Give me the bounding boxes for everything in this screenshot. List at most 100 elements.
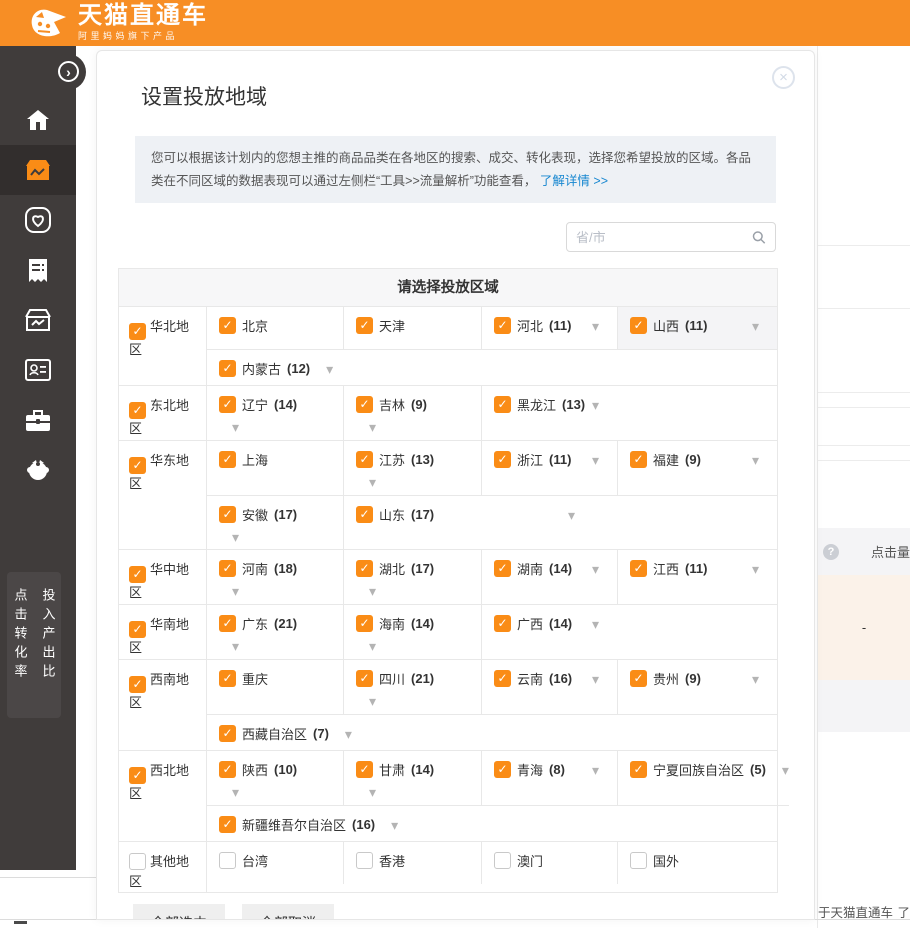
sidebar-expand-button[interactable]: › — [58, 61, 79, 82]
province-count: (9) — [685, 671, 701, 686]
province-line: ✓重庆✓四川(21)▾✓云南(16)▾✓贵州(9)▾ — [207, 660, 777, 714]
dropdown-caret-icon[interactable]: ▾ — [592, 400, 599, 410]
dropdown-caret-icon[interactable]: ▾ — [592, 564, 599, 574]
province-checkbox-checked[interactable]: ✓ — [219, 560, 236, 577]
province-checkbox-checked[interactable]: ✓ — [356, 615, 373, 632]
province-checkbox-checked[interactable]: ✓ — [356, 317, 373, 334]
dropdown-caret-icon[interactable]: ▾ — [592, 674, 599, 684]
province-checkbox-checked[interactable]: ✓ — [219, 451, 236, 468]
dropdown-caret-icon[interactable]: ▾ — [592, 619, 599, 629]
sidebar-item-assistant[interactable] — [0, 445, 76, 495]
province-checkbox-checked[interactable]: ✓ — [356, 451, 373, 468]
province-checkbox-checked[interactable]: ✓ — [630, 560, 647, 577]
briefcase-icon — [25, 409, 51, 432]
province-checkbox-checked[interactable]: ✓ — [219, 670, 236, 687]
sidebar-item-home[interactable] — [0, 95, 76, 145]
dropdown-caret-icon[interactable]: ▾ — [232, 422, 343, 432]
province-checkbox-unchecked[interactable] — [356, 852, 373, 869]
province-checkbox-checked[interactable]: ✓ — [630, 761, 647, 778]
region-checkbox-checked[interactable]: ✓ — [129, 767, 146, 784]
province-checkbox-unchecked[interactable] — [219, 852, 236, 869]
province-cell-main: ✓新疆维吾尔自治区(16)▾ — [219, 815, 343, 834]
brand-logo-icon — [26, 5, 70, 41]
dropdown-caret-icon[interactable]: ▾ — [752, 321, 759, 331]
dropdown-caret-icon[interactable]: ▾ — [592, 321, 599, 331]
sidebar-item-tools[interactable] — [0, 395, 76, 445]
dropdown-caret-icon[interactable]: ▾ — [752, 674, 759, 684]
province-checkbox-checked[interactable]: ✓ — [219, 396, 236, 413]
sidebar-item-campaign[interactable] — [0, 145, 76, 195]
province-cell-main: ✓湖南(14)▾ — [494, 559, 617, 578]
close-icon[interactable]: × — [772, 66, 795, 89]
province-checkbox-checked[interactable]: ✓ — [219, 317, 236, 334]
province-checkbox-unchecked[interactable] — [630, 852, 647, 869]
region-checkbox-checked[interactable]: ✓ — [129, 323, 146, 340]
province-checkbox-checked[interactable]: ✓ — [494, 670, 511, 687]
dropdown-caret-icon[interactable]: ▾ — [752, 455, 759, 465]
province-checkbox-checked[interactable]: ✓ — [494, 317, 511, 334]
dropdown-caret-icon[interactable]: ▾ — [232, 586, 343, 596]
province-checkbox-checked[interactable]: ✓ — [356, 670, 373, 687]
sidebar: › — [0, 46, 76, 870]
sidebar-item-favorites[interactable] — [0, 195, 76, 245]
dropdown-caret-icon[interactable]: ▾ — [232, 532, 343, 542]
sidebar-metric-shortcuts[interactable]: 点击转化率 投入产出比 — [7, 572, 61, 718]
province-checkbox-checked[interactable]: ✓ — [494, 396, 511, 413]
dropdown-caret-icon[interactable]: ▾ — [752, 564, 759, 574]
region-row: ✓华中地区✓河南(18)▾✓湖北(17)▾✓湖南(14)▾✓江西(11)▾ — [119, 549, 777, 604]
dropdown-caret-icon[interactable]: ▾ — [369, 586, 481, 596]
province-checkbox-checked[interactable]: ✓ — [356, 396, 373, 413]
sidebar-item-shop[interactable] — [0, 295, 76, 345]
province-checkbox-checked[interactable]: ✓ — [630, 317, 647, 334]
province-checkbox-checked[interactable]: ✓ — [219, 506, 236, 523]
province-checkbox-checked[interactable]: ✓ — [219, 761, 236, 778]
province-cell-main: ✓江苏(13) — [356, 450, 481, 469]
region-checkbox-checked[interactable]: ✓ — [129, 566, 146, 583]
campaign-shop-icon — [25, 158, 51, 182]
dropdown-caret-icon[interactable]: ▾ — [369, 422, 481, 432]
province-checkbox-unchecked[interactable] — [494, 852, 511, 869]
province-checkbox-checked[interactable]: ✓ — [356, 506, 373, 523]
province-checkbox-checked[interactable]: ✓ — [494, 560, 511, 577]
learn-more-link[interactable]: 了解详情 >> — [540, 174, 608, 188]
brand-logo[interactable]: 天猫直通车 阿里妈妈旗下产品 — [26, 3, 208, 42]
province-checkbox-checked[interactable]: ✓ — [219, 360, 236, 377]
province-cell-main: ✓内蒙古(12)▾ — [219, 359, 343, 378]
dropdown-caret-icon[interactable]: ▾ — [592, 455, 599, 465]
province-checkbox-checked[interactable]: ✓ — [356, 560, 373, 577]
sidebar-item-reports[interactable] — [0, 245, 76, 295]
province-cell-main: 香港 — [356, 851, 481, 870]
region-checkbox-checked[interactable]: ✓ — [129, 457, 146, 474]
province-checkbox-checked[interactable]: ✓ — [219, 725, 236, 742]
region-checkbox-checked[interactable]: ✓ — [129, 402, 146, 419]
dropdown-caret-icon[interactable]: ▾ — [369, 787, 481, 797]
select-all-button[interactable]: 全部选中 — [133, 904, 225, 920]
cancel-all-button[interactable]: 全部取消 — [242, 904, 334, 920]
region-checkbox-checked[interactable]: ✓ — [129, 676, 146, 693]
sidebar-item-contacts[interactable] — [0, 345, 76, 395]
dropdown-caret-icon[interactable]: ▾ — [592, 765, 599, 775]
province-checkbox-checked[interactable]: ✓ — [356, 761, 373, 778]
dropdown-caret-icon[interactable]: ▾ — [232, 787, 343, 797]
dropdown-caret-icon[interactable]: ▾ — [369, 641, 481, 651]
province-checkbox-checked[interactable]: ✓ — [630, 451, 647, 468]
province-label: 云南 — [517, 669, 543, 688]
province-checkbox-checked[interactable]: ✓ — [494, 761, 511, 778]
dropdown-caret-icon[interactable]: ▾ — [326, 364, 333, 374]
dropdown-caret-icon[interactable]: ▾ — [568, 510, 575, 520]
province-count: (17) — [411, 507, 434, 522]
region-checkbox-unchecked[interactable] — [129, 853, 146, 870]
province-checkbox-checked[interactable]: ✓ — [219, 615, 236, 632]
province-search-input[interactable] — [576, 230, 752, 245]
dropdown-caret-icon[interactable]: ▾ — [369, 696, 481, 706]
search-icon[interactable] — [752, 230, 766, 245]
dropdown-caret-icon[interactable]: ▾ — [782, 765, 789, 775]
dropdown-caret-icon[interactable]: ▾ — [232, 641, 343, 651]
province-checkbox-checked[interactable]: ✓ — [219, 816, 236, 833]
province-checkbox-checked[interactable]: ✓ — [630, 670, 647, 687]
region-checkbox-checked[interactable]: ✓ — [129, 621, 146, 638]
help-icon[interactable]: ? — [823, 544, 839, 560]
dropdown-caret-icon[interactable]: ▾ — [369, 477, 481, 487]
province-checkbox-checked[interactable]: ✓ — [494, 451, 511, 468]
province-checkbox-checked[interactable]: ✓ — [494, 615, 511, 632]
